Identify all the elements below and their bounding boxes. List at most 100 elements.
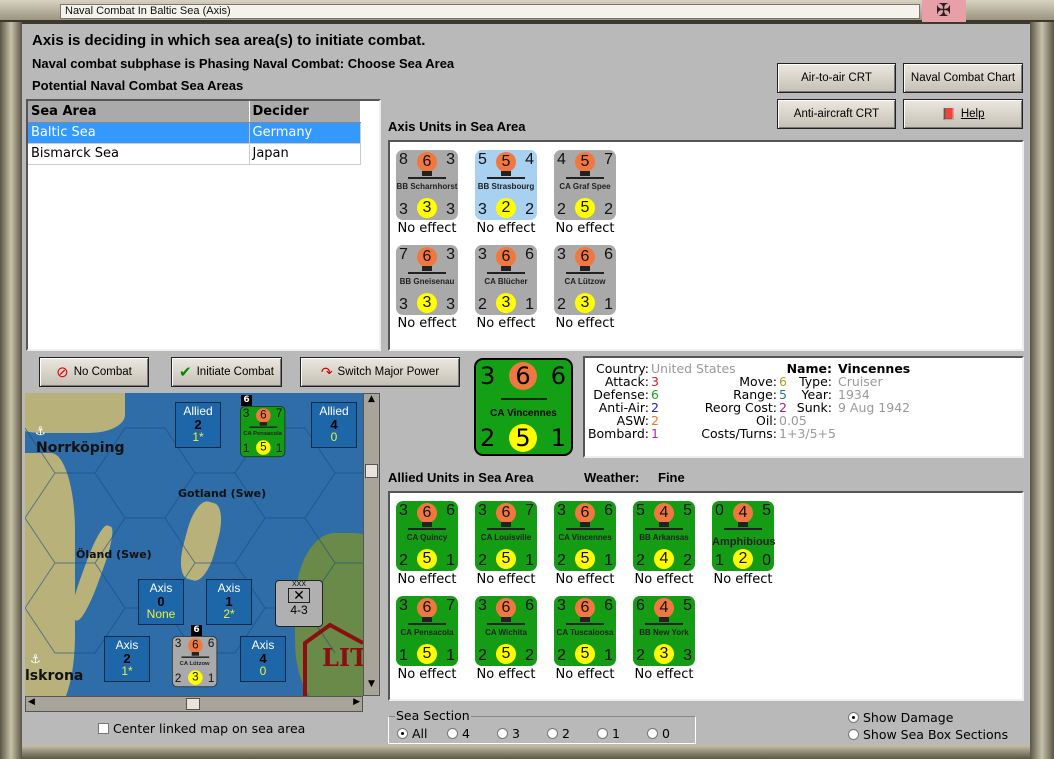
- unit-counter[interactable]: 5 5 4 BB Strasbourg 3 2 2: [475, 150, 537, 220]
- sea-section-option[interactable]: 1: [597, 726, 647, 741]
- center-map-checkbox[interactable]: Center linked map on sea area: [98, 721, 305, 736]
- unit-counter[interactable]: 3 6 6 CA Lützow 2 3 1: [554, 245, 616, 315]
- defense-circle: 4: [654, 549, 674, 569]
- radio-icon[interactable]: [597, 728, 608, 739]
- unit-counter[interactable]: 3 6 7 CA Louisville 2 5 1: [475, 501, 537, 571]
- sea-section-option[interactable]: All: [397, 726, 447, 741]
- radio-icon[interactable]: [547, 728, 558, 739]
- column-header-sea-area[interactable]: Sea Area: [28, 101, 250, 123]
- radio-icon[interactable]: [447, 728, 458, 739]
- unit-counter[interactable]: 5 4 5 BB Arkansas 2 4 2: [633, 501, 695, 571]
- counter-value: 7: [525, 502, 534, 519]
- combat-result: No effect: [476, 667, 536, 682]
- ship-silhouette-icon: [487, 617, 525, 625]
- unit-counter[interactable]: 8 6 3 BB Scharnhorst 3 3 3: [396, 150, 458, 220]
- sea-box[interactable]: Axis 0 None: [138, 579, 184, 625]
- radio-icon[interactable]: [848, 729, 859, 740]
- ship-silhouette-icon: [566, 522, 604, 530]
- book-icon: 📕: [941, 109, 956, 121]
- unit-counter[interactable]: 3 6 7 CA Pensacola 1 5 1: [240, 406, 286, 458]
- show-damage-radio[interactable]: Show Damage: [848, 710, 953, 725]
- radio-label: 4: [461, 726, 470, 741]
- combat-result: No effect: [634, 667, 694, 682]
- radio-label: 3: [511, 726, 520, 741]
- map-vertical-scrollbar[interactable]: ▲ ▼: [363, 393, 380, 696]
- port-anchor-icon: ⚓: [35, 424, 46, 438]
- scroll-thumb[interactable]: [365, 464, 378, 478]
- switch-major-power-button[interactable]: ↷ Switch Major Power: [300, 357, 460, 387]
- counter-name: CA Pensacola: [243, 430, 282, 437]
- sea-box-value: 0: [259, 664, 267, 678]
- anti-aircraft-crt-button[interactable]: Anti-aircraft CRT: [777, 99, 896, 129]
- air-to-air-crt-button[interactable]: Air-to-air CRT: [777, 63, 896, 93]
- help-button[interactable]: 📕 Help: [903, 99, 1023, 129]
- sea-section-option[interactable]: 4: [447, 726, 497, 741]
- no-entry-icon: ⊘: [56, 364, 69, 381]
- defense-circle: 3: [654, 644, 674, 664]
- radio-icon[interactable]: [497, 728, 508, 739]
- unit-counter[interactable]: 3 6 6 CA Lützow 2 3 1: [172, 636, 218, 688]
- show-sea-box-sections-radio[interactable]: Show Sea Box Sections: [848, 727, 1008, 742]
- sea-section-option[interactable]: 0: [647, 726, 697, 741]
- counter-name: CA Tuscaloosa: [556, 628, 614, 637]
- unit-counter[interactable]: 0 4 5 Amphibious 1 2 0: [712, 501, 776, 571]
- map-horizontal-scrollbar[interactable]: ◀ ▶: [25, 696, 363, 712]
- sea-box[interactable]: Allied 4 0: [311, 402, 357, 448]
- scroll-thumb[interactable]: [186, 698, 200, 710]
- scroll-right-icon[interactable]: ▶: [353, 697, 360, 707]
- sea-box-value: 1*: [121, 664, 133, 678]
- unit-counter[interactable]: 3 6 7 CA Pensacola 1 5 1: [396, 596, 458, 666]
- unit-counter[interactable]: 3 6 6 CA Vincennes 2 5 1: [554, 501, 616, 571]
- counter-name: CA Lützow: [564, 277, 606, 286]
- defense-circle: 5: [417, 549, 437, 569]
- column-header-decider[interactable]: Decider: [249, 101, 361, 123]
- radio-icon[interactable]: [848, 712, 859, 723]
- radio-icon[interactable]: [647, 728, 658, 739]
- land-unit-counter[interactable]: XXX ✕ 4-3: [275, 580, 323, 627]
- counter-value: 5: [683, 502, 692, 519]
- attack-circle: 6: [496, 598, 516, 618]
- radio-label: 2: [561, 726, 570, 741]
- attack-circle: 5: [496, 152, 516, 172]
- bombard-label: Bombard:: [587, 426, 649, 441]
- unit-counter[interactable]: 3 6 6 CA Blücher 2 3 1: [475, 245, 537, 315]
- scroll-left-icon[interactable]: ◀: [28, 697, 35, 707]
- sea-section-option[interactable]: 2: [547, 726, 597, 741]
- unit-counter[interactable]: 6 4 5 BB New York 2 3 3: [633, 596, 695, 666]
- defense-circle: 5: [417, 644, 437, 664]
- counter-value: 6: [525, 597, 534, 614]
- country-value: United States: [651, 361, 736, 376]
- naval-combat-chart-button[interactable]: Naval Combat Chart: [903, 63, 1023, 93]
- unit-counter[interactable]: 3 6 6 CA Quincy 2 5 1: [396, 501, 458, 571]
- sea-section-option[interactable]: 3: [497, 726, 547, 741]
- combat-result: No effect: [476, 221, 536, 236]
- costs-label: Costs/Turns:: [701, 426, 777, 441]
- checkbox-icon[interactable]: [98, 723, 109, 734]
- unit-counter[interactable]: 4 5 7 CA Graf Spee 2 5 2: [554, 150, 616, 220]
- defense-circle: 2: [496, 198, 516, 218]
- scroll-down-icon[interactable]: ▼: [364, 679, 379, 695]
- table-row[interactable]: Bismarck Sea Japan: [28, 143, 361, 165]
- unit-counter[interactable]: 7 6 3 BB Gneisenau 3 3 3: [396, 245, 458, 315]
- sea-box-side: Axis: [217, 581, 241, 595]
- ship-silhouette-icon: [724, 522, 762, 530]
- window-frame-left: [0, 22, 22, 759]
- counter-value: 3: [399, 502, 408, 519]
- initiate-combat-button[interactable]: ✔ Initiate Combat: [171, 357, 282, 387]
- sea-box[interactable]: Allied 2 1*: [175, 402, 221, 448]
- ship-silhouette-icon: [181, 652, 210, 658]
- unit-strength: 4-3: [290, 603, 308, 617]
- unit-counter[interactable]: 3 6 6 CA Tuscaloosa 2 5 1: [554, 596, 616, 666]
- unit-counter[interactable]: 3 6 6 CA Wichita 2 5 2: [475, 596, 537, 666]
- no-combat-button[interactable]: ⊘ No Combat: [39, 357, 149, 387]
- table-row[interactable]: Baltic Sea Germany: [28, 122, 361, 144]
- counter-value: 4: [525, 151, 534, 168]
- radio-icon[interactable]: [397, 728, 408, 739]
- linked-map[interactable]: ⚓ ⚓ Norrköping Gotland (Swe) Öland (Swe)…: [25, 393, 363, 696]
- scroll-up-icon[interactable]: ▲: [364, 394, 379, 410]
- attack-circle: 4: [733, 503, 753, 523]
- sea-box[interactable]: Axis 2 1*: [104, 636, 150, 682]
- sea-box[interactable]: Axis 4 0: [240, 636, 286, 682]
- sea-box[interactable]: Axis 1 2*: [206, 579, 252, 625]
- counter-value: 2: [604, 201, 613, 218]
